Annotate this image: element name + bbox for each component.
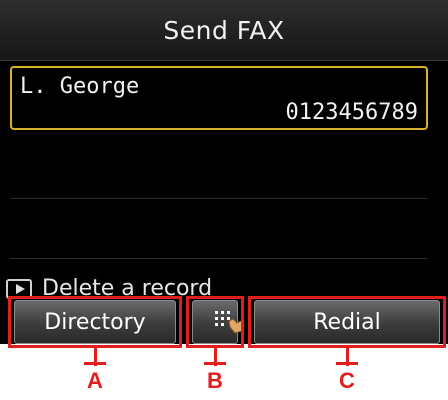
callout-tick-b: [204, 362, 226, 365]
callout-box-a: [8, 296, 182, 348]
callout-box-c: [248, 296, 446, 348]
lcd-screen: Send FAX L. George 0123456789 Delete a r…: [0, 0, 448, 344]
entry-name: L. George: [20, 74, 140, 99]
callout-box-b: [186, 296, 244, 348]
callout-label-c: C: [339, 368, 355, 393]
callout-label-b: B: [207, 368, 223, 393]
list-divider: [10, 198, 428, 199]
callout-tick-c: [336, 362, 358, 365]
entry-number: 0123456789: [285, 100, 418, 125]
list-divider: [10, 258, 428, 259]
selected-fax-entry[interactable]: L. George 0123456789: [10, 66, 428, 130]
callout-tick-a: [84, 362, 106, 365]
screen-title: Send FAX: [0, 0, 448, 61]
callout-label-a: A: [87, 368, 103, 393]
